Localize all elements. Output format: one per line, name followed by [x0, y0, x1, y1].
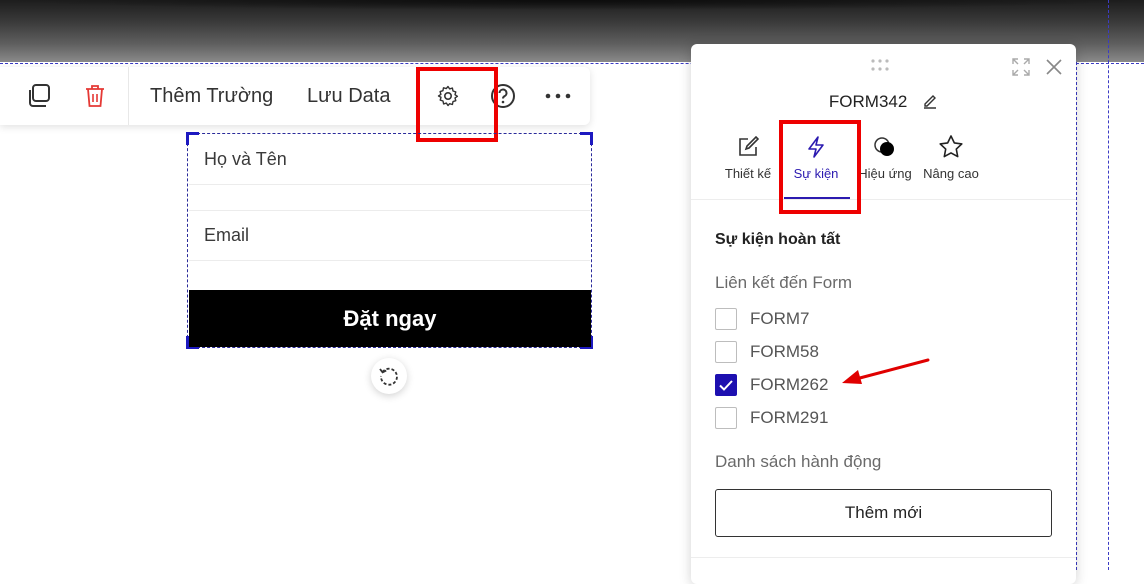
tab-advanced[interactable]: Nâng cao [911, 132, 991, 181]
form-checkbox-row[interactable]: FORM291 [715, 406, 828, 430]
panel-title: FORM342 [691, 92, 1076, 114]
rename-pencil-icon[interactable] [922, 93, 938, 114]
drag-handle-icon[interactable] [871, 58, 895, 76]
email-field[interactable]: Email [189, 211, 590, 261]
close-icon[interactable] [1046, 59, 1062, 80]
field-spacer [189, 186, 590, 211]
divider [691, 199, 1076, 200]
divider [691, 557, 1076, 558]
rotate-icon[interactable] [371, 358, 407, 394]
add-new-button[interactable]: Thêm mới [715, 489, 1052, 537]
toolbar-divider [128, 67, 129, 125]
email-field-label: Email [204, 225, 250, 245]
save-data-button[interactable]: Lưu Data [307, 85, 390, 108]
guide-line-vertical [1076, 62, 1077, 570]
settings-highlight-box [416, 67, 498, 142]
checkbox[interactable] [715, 341, 737, 363]
name-field[interactable]: Họ và Tên [189, 135, 590, 185]
checkbox-label: FORM7 [750, 309, 810, 328]
checkbox[interactable] [715, 407, 737, 429]
checkbox-label: FORM291 [750, 408, 829, 427]
settings-panel: FORM342 Thiết kế Sự kiện Hiệu ứng Nâng c… [691, 44, 1076, 584]
star-icon [911, 132, 991, 162]
element-toolbar: Thêm Trường Lưu Data [0, 67, 590, 125]
actions-list-label: Danh sách hành động [715, 452, 882, 471]
guide-line-vertical [1108, 0, 1109, 570]
checkbox-label: FORM262 [750, 375, 829, 394]
events-tab-highlight-box [779, 120, 861, 214]
form-checkbox-row[interactable]: FORM7 [715, 307, 810, 331]
delete-icon[interactable] [80, 81, 110, 111]
tab-label: Nâng cao [923, 166, 979, 181]
form-checkbox-row[interactable]: FORM58 [715, 340, 819, 364]
checkbox-checked[interactable] [715, 374, 737, 396]
duplicate-icon[interactable] [24, 81, 54, 111]
link-form-label: Liên kết đến Form [715, 273, 853, 292]
annotation-arrow [842, 358, 930, 384]
checkbox[interactable] [715, 308, 737, 330]
expand-icon[interactable] [1012, 58, 1030, 81]
tab-label: Hiệu ứng [858, 166, 912, 181]
submit-button[interactable]: Đặt ngay [189, 290, 591, 347]
check-icon [719, 379, 733, 391]
name-field-label: Họ và Tên [204, 149, 287, 169]
form-element[interactable]: Họ và Tên Email Đặt ngay [186, 132, 593, 349]
tab-label: Thiết kế [724, 166, 772, 181]
more-options-icon[interactable] [543, 81, 573, 111]
section-title: Sự kiện hoàn tất [715, 231, 841, 248]
form-checkbox-row[interactable]: FORM262 [715, 373, 828, 397]
add-field-button[interactable]: Thêm Trường [150, 85, 273, 108]
form-name: FORM342 [828, 92, 908, 111]
checkbox-label: FORM58 [750, 342, 819, 361]
